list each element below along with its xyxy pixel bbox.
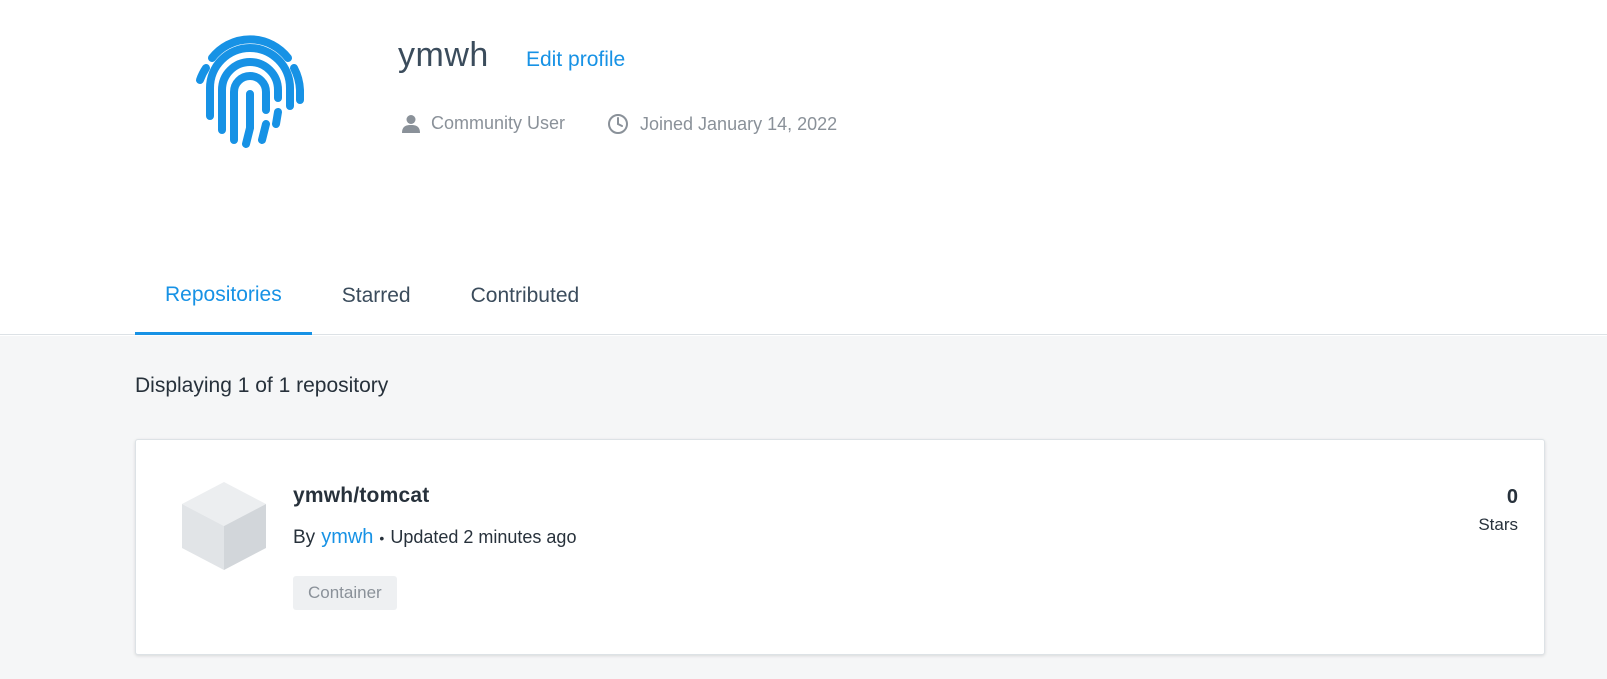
clock-icon (608, 114, 628, 134)
stars-label: Stars (1478, 515, 1518, 534)
user-type-label: Community User (431, 113, 566, 133)
profile-username: ymwh (398, 36, 489, 74)
repository-name[interactable]: ymwh/tomcat (293, 484, 429, 508)
repository-list-section: Displaying 1 of 1 repository ymwh/tomcat… (0, 336, 1607, 679)
stars-count: 0 Stars (1478, 486, 1518, 535)
owner-link[interactable]: ymwh (321, 526, 373, 549)
separator-dot: • (379, 530, 385, 546)
repository-byline: By ymwh • Updated 2 minutes ago (293, 526, 576, 549)
profile-header: ymwh Edit profile Community User Joined … (0, 0, 1607, 335)
user-type: Community User (402, 113, 565, 134)
join-date-label: Joined January 14, 2022 (640, 113, 838, 134)
join-date: Joined January 14, 2022 (607, 113, 837, 135)
updated-text: Updated 2 minutes ago (390, 527, 577, 547)
tab-starred[interactable]: Starred (312, 257, 441, 335)
cube-icon (180, 480, 268, 572)
repository-card[interactable]: ymwh/tomcat By ymwh • Updated 2 minutes … (135, 439, 1545, 655)
tab-contributed[interactable]: Contributed (441, 257, 610, 335)
by-label: By (293, 527, 316, 548)
edit-profile-link[interactable]: Edit profile (526, 48, 625, 72)
tab-repositories[interactable]: Repositories (135, 257, 312, 335)
container-badge: Container (293, 576, 397, 610)
fingerprint-icon (190, 28, 310, 150)
user-icon (402, 114, 420, 133)
profile-tabs: Repositories Starred Contributed (135, 257, 609, 335)
repository-count: Displaying 1 of 1 repository (135, 374, 389, 397)
stars-number: 0 (1506, 486, 1518, 508)
